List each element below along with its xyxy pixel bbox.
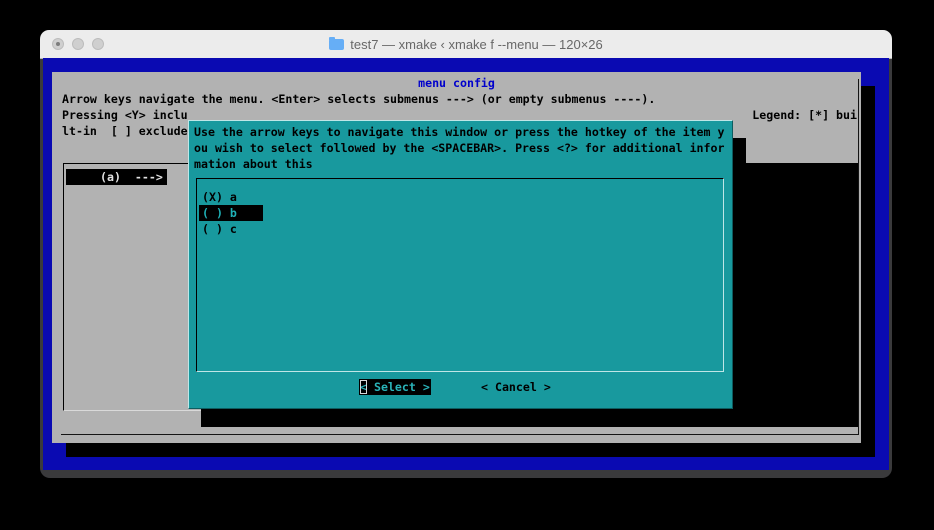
legend-text: Legend: [*] bui: [752, 108, 857, 122]
choice-dialog: Use the arrow keys to navigate this wind…: [188, 120, 733, 409]
radio-option-c[interactable]: ( ) c: [202, 221, 237, 237]
select-button[interactable]: < Select >: [359, 379, 431, 395]
folder-icon: [329, 36, 345, 50]
dialog-title: menu config: [418, 76, 495, 90]
dialog-right-border: [858, 79, 859, 435]
window-title: test7 — xmake ‹ xmake f --menu — 120×26: [40, 30, 892, 58]
choice-help-line-1: Use the arrow keys to navigate this wind…: [194, 125, 725, 139]
menu-area-right-region: [746, 163, 858, 427]
choice-list-box: [196, 178, 724, 372]
choice-help-line-3: mation about this: [194, 157, 313, 171]
help-line-2: Pressing <Y> inclu: [62, 108, 188, 122]
terminal-screen: menu config Arrow keys navigate the menu…: [43, 58, 889, 470]
window-title-text: test7 — xmake ‹ xmake f --menu — 120×26: [350, 36, 603, 52]
window-titlebar[interactable]: test7 — xmake ‹ xmake f --menu — 120×26: [40, 30, 892, 59]
help-line-3: lt-in [ ] exclude: [62, 124, 188, 138]
radio-option-b-selected[interactable]: ( ) b: [199, 205, 263, 221]
select-button-label: Select >: [366, 380, 430, 394]
radio-option-a[interactable]: (X) a: [202, 189, 237, 205]
help-line-1: Arrow keys navigate the menu. <Enter> se…: [62, 92, 656, 106]
menu-item-a-selected[interactable]: (a) --->: [66, 169, 167, 185]
terminal-window: test7 — xmake ‹ xmake f --menu — 120×26 …: [40, 30, 892, 478]
choice-help-line-2: ou wish to select followed by the <SPACE…: [194, 141, 725, 155]
terminal-cursor: <: [360, 380, 367, 394]
dialog-bottom-border: [61, 434, 859, 435]
cancel-button[interactable]: < Cancel >: [481, 379, 551, 395]
